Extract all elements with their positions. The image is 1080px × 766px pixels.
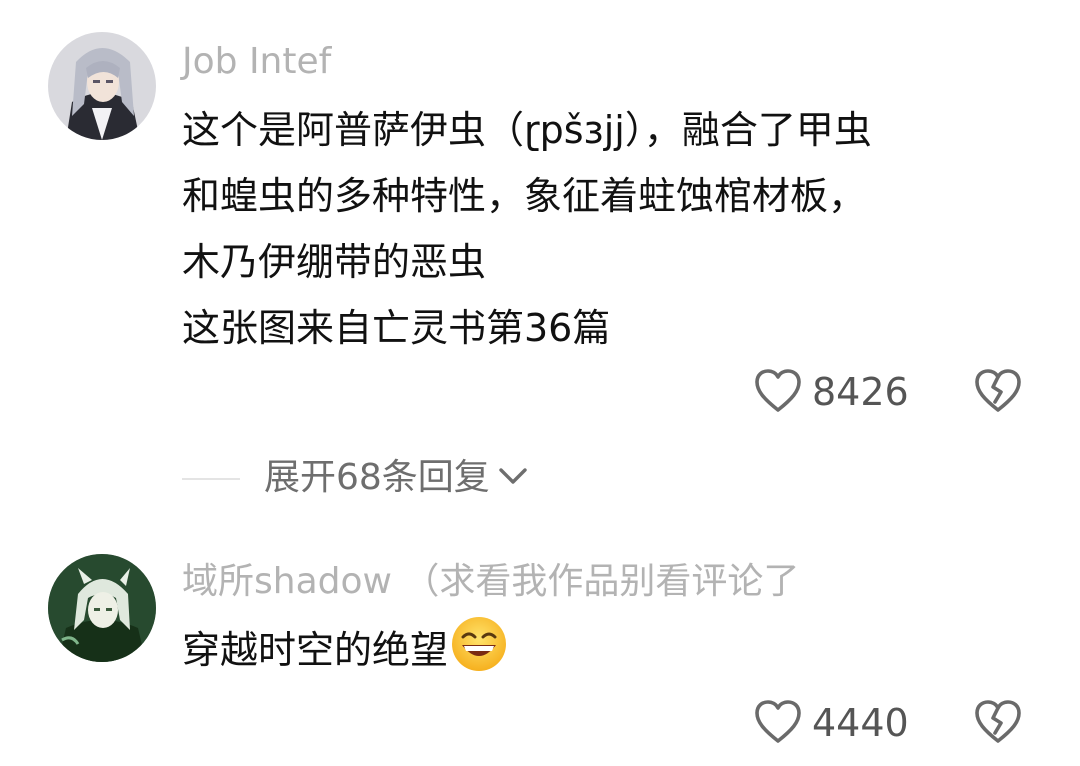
broken-heart-icon[interactable] <box>972 366 1024 416</box>
comment-text-line: 木乃伊绷带的恶虫 <box>182 240 487 284</box>
expand-replies-label: 展开68条回复 <box>264 457 490 498</box>
grinning-squinting-face-emoji-icon <box>452 617 507 671</box>
expand-replies: 展开68条回复 <box>0 455 1080 503</box>
user-avatar[interactable] <box>48 554 156 662</box>
user-avatar[interactable] <box>48 32 156 140</box>
comment-actions: 8426 <box>0 364 1080 420</box>
anime-avatar-green-hair-icon <box>48 554 156 662</box>
heart-outline-icon[interactable] <box>752 366 804 416</box>
comment-text-line: 穿越时空的绝望 <box>182 615 1042 683</box>
like-count: 4440 <box>812 701 909 745</box>
comment-text-line: 这个是阿普萨伊虫（ɽpšɜjj），融合了甲虫 <box>182 108 872 152</box>
expand-replies-button[interactable]: 展开68条回复 <box>264 455 528 501</box>
comment-text: 穿越时空的绝望 <box>182 615 1042 683</box>
comment-text-line: 和蝗虫的多种特性，象征着蛀蚀棺材板， <box>182 174 867 218</box>
comment-text-line: 这张图来自亡灵书第36篇 <box>182 306 611 350</box>
heart-outline-icon[interactable] <box>752 697 804 747</box>
username[interactable]: Job Intef <box>182 40 331 84</box>
comment-item: 域所shadow （求看我作品别看评论了 穿越时空的绝望 4440 <box>0 540 1080 766</box>
broken-heart-icon[interactable] <box>972 697 1024 747</box>
like-count: 8426 <box>812 370 909 414</box>
comment-actions: 4440 <box>0 695 1080 751</box>
comment-item: Job Intef 这个是阿普萨伊虫（ɽpšɜjj），融合了甲虫 和蝗虫的多种特… <box>0 0 1080 440</box>
chevron-down-icon <box>499 468 527 484</box>
comment-text-value: 穿越时空的绝望 <box>182 628 449 672</box>
anime-avatar-silver-hair-icon <box>48 32 156 140</box>
username[interactable]: 域所shadow （求看我作品别看评论了 <box>182 560 799 604</box>
comment-text: 这个是阿普萨伊虫（ɽpšɜjj），融合了甲虫 和蝗虫的多种特性，象征着蛀蚀棺材板… <box>182 97 1042 361</box>
divider <box>182 478 240 480</box>
